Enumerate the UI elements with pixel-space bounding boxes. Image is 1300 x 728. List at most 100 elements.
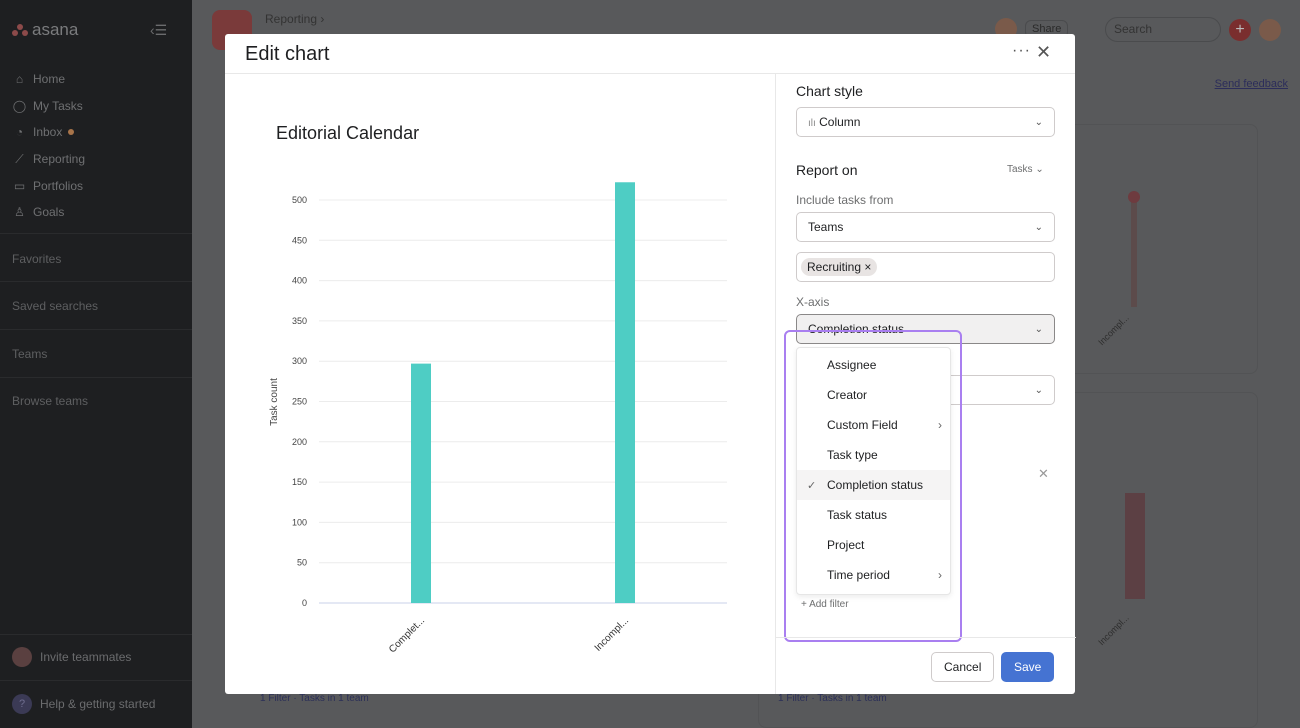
chart-style-label: Chart style (796, 83, 863, 99)
team-input[interactable]: Recruiting × (796, 252, 1055, 282)
include-label: Include tasks from (796, 193, 894, 207)
remove-chip-icon[interactable]: × (864, 260, 871, 274)
sidebar-item-portfolios[interactable]: ▭ Portfolios (12, 172, 85, 199)
x-tick-label: Complet... (387, 615, 427, 655)
breadcrumb[interactable]: Reporting › (265, 12, 324, 26)
sidebar-section-teams[interactable]: Teams (12, 347, 47, 361)
modal-title: Edit chart (245, 43, 330, 65)
x-tick-label: Incompl... (593, 615, 631, 653)
search-input[interactable]: Search (1105, 17, 1221, 42)
collapse-sidebar-icon[interactable]: ‹☰ (150, 22, 167, 39)
sidebar-item-goals[interactable]: ♙ Goals (12, 199, 85, 226)
help-icon: ? (12, 694, 32, 714)
sidebar-section-saved-searches[interactable]: Saved searches (12, 299, 98, 313)
y-axis-label: Task count (269, 378, 280, 426)
menu-item-label: Project (827, 538, 865, 552)
sidebar-section-favorites[interactable]: Favorites (12, 252, 61, 266)
label: Invite teammates (40, 650, 132, 664)
menu-item[interactable]: Custom Field › (797, 410, 950, 440)
y-tick-label: 250 (292, 397, 307, 407)
menu-item-label: Task type (827, 448, 878, 462)
bar[interactable] (615, 182, 635, 603)
menu-item-label: Creator (827, 388, 868, 402)
sidebar-item-home[interactable]: ⌂ Home (12, 66, 85, 93)
menu-item[interactable]: Task type (797, 440, 950, 470)
home-icon: ⌂ (15, 72, 24, 87)
chevron-down-icon: ⌄ (1034, 384, 1043, 396)
chevron-right-icon: › (938, 418, 942, 432)
label: Goals (33, 205, 65, 220)
label: My Tasks (33, 98, 83, 113)
label: Portfolios (33, 178, 84, 193)
add-icon[interactable]: + (1229, 18, 1251, 41)
report-on-select[interactable]: Tasks ⌄ (1007, 164, 1044, 175)
menu-item[interactable]: Creator (797, 380, 950, 410)
invite-avatar-icon (12, 647, 32, 667)
help-button[interactable]: ? Help & getting started (12, 694, 155, 714)
bell-icon: ◔ (15, 125, 24, 140)
remove-filter-icon[interactable]: ✕ (1038, 466, 1049, 482)
chart-preview: Editorial Calendar Task count 0 50 100 150 2… (225, 74, 775, 694)
sidebar: asana ‹☰ ⌂ Home ◯ My Tasks ◔ Inbox ⟋ Reporti… (0, 0, 192, 728)
send-feedback-link[interactable]: Send feedback (1215, 78, 1288, 90)
invite-teammates-button[interactable]: Invite teammates (12, 647, 131, 667)
logo-text: asana (32, 20, 79, 39)
chart-style-select[interactable]: ılı Column ⌄ (796, 107, 1055, 137)
chevron-down-icon: ⌄ (1034, 221, 1043, 233)
filter-summary[interactable]: 1 Filter · Tasks in 1 team (778, 693, 887, 704)
column-chart: Task count 0 50 100 150 200 250 300 350 400 450 50… (269, 182, 727, 655)
chevron-down-icon: ⌄ (1034, 323, 1043, 335)
lollipop-dot (1128, 191, 1140, 203)
menu-item-label: Completion status (827, 478, 924, 492)
trend-icon: ⟋ (15, 151, 24, 166)
label: Inbox (33, 125, 63, 140)
label: Reporting (33, 152, 86, 167)
more-options-icon[interactable]: ··· (1012, 42, 1031, 60)
bar (1125, 493, 1145, 599)
y-tick-label: 150 (292, 477, 307, 487)
axis-label: Incompl... (1096, 312, 1131, 348)
y-tick-label: 200 (292, 437, 307, 447)
value: Tasks (1007, 164, 1033, 175)
check-circle-icon: ◯ (12, 98, 27, 113)
menu-item[interactable]: Task status (797, 500, 950, 530)
x-axis-dropdown-menu: Assignee Creator Custom Field › Task type ✓ Co… (796, 347, 951, 595)
include-select[interactable]: Teams ⌄ (796, 212, 1055, 242)
check-icon: ✓ (807, 479, 817, 492)
edit-chart-modal: Edit chart ··· ✕ Editorial Calendar Task… (225, 34, 1076, 694)
team-chip: Recruiting × (801, 258, 878, 276)
y-tick-label: 0 (302, 598, 307, 608)
menu-item[interactable]: Time period › (797, 560, 950, 590)
filter-summary[interactable]: 1 Filter · Tasks in 1 team (260, 693, 369, 704)
lollipop-stem (1131, 195, 1137, 307)
menu-item[interactable]: Assignee (797, 350, 950, 380)
y-tick-label: 350 (292, 316, 307, 326)
unread-dot (68, 129, 75, 136)
menu-item[interactable]: Project (797, 530, 950, 560)
user-avatar[interactable] (1259, 18, 1281, 41)
y-tick-label: 100 (292, 517, 307, 527)
menu-item[interactable]: ✓ Completion status (797, 470, 950, 500)
label: Help & getting started (40, 697, 156, 711)
sidebar-item-my-tasks[interactable]: ◯ My Tasks (12, 93, 85, 120)
chevron-right-icon: › (938, 568, 942, 582)
asana-logo[interactable]: asana (12, 20, 78, 40)
y-tick-label: 300 (292, 356, 307, 366)
bar[interactable] (411, 363, 431, 603)
menu-item-label: Time period (827, 568, 890, 582)
y-tick-label: 50 (297, 558, 307, 568)
menu-item-label: Assignee (827, 358, 877, 372)
close-icon[interactable]: ✕ (1036, 42, 1051, 63)
menu-item-label: Task status (827, 508, 888, 522)
cancel-button[interactable]: Cancel (931, 652, 995, 682)
save-button[interactable]: Save (1001, 652, 1055, 682)
label: Home (33, 72, 66, 87)
folder-icon: ▭ (13, 178, 26, 193)
menu-item-label: Custom Field (827, 418, 898, 432)
x-axis-label: X-axis (796, 295, 830, 309)
sidebar-section-browse-teams[interactable]: Browse teams (12, 394, 88, 408)
sidebar-item-inbox[interactable]: ◔ Inbox (12, 119, 85, 146)
y-tick-label: 500 (292, 195, 307, 205)
sidebar-item-reporting[interactable]: ⟋ Reporting (12, 146, 85, 173)
y-tick-label: 450 (292, 235, 307, 245)
